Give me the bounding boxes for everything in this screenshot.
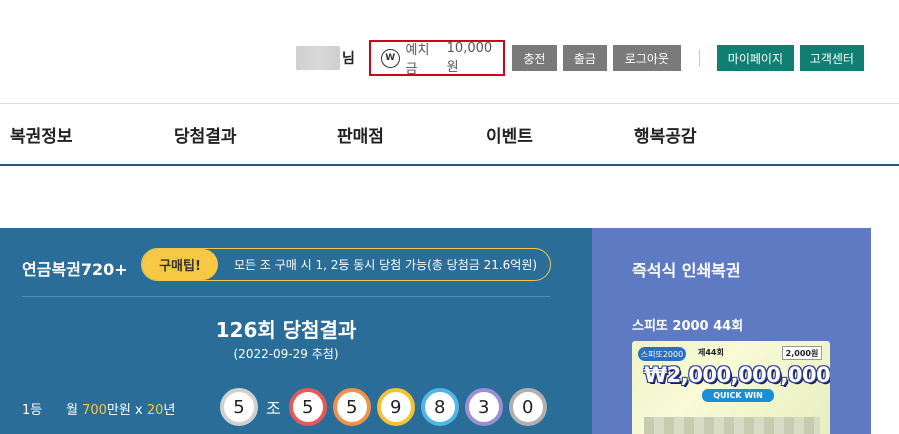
prize-prefix: 월: [66, 403, 83, 418]
prize-unit: 만원 x: [106, 403, 147, 418]
number-ball: 9: [376, 388, 415, 426]
number-ball: 0: [508, 388, 547, 426]
nav-item-stores[interactable]: 판매점: [337, 122, 384, 147]
ticket-amount: ₩2,000,000,000: [644, 363, 830, 387]
instant-lottery-panel: 즉석식 인쇄복권 스피또 2000 44회 스피또2000 제44회 2,000…: [592, 228, 871, 434]
pension-lottery-panel: 연금복권720+ 구매팁! 모든 조 구매 시 1, 2등 동시 당첨 가능(총…: [0, 228, 592, 434]
deposit-balance: W 예치금 10,000원: [368, 40, 505, 77]
prize-suffix: 년: [163, 403, 176, 418]
withdraw-button[interactable]: 출금: [562, 45, 607, 71]
customer-center-button[interactable]: 고객센터: [799, 45, 864, 71]
deposit-value: 10,000원: [446, 41, 493, 75]
number-ball: 8: [420, 388, 459, 426]
number-ball: 5: [332, 388, 371, 426]
nav-item-lottery-info[interactable]: 복권정보: [10, 122, 73, 147]
number-ball: 3: [464, 388, 503, 426]
ticket-image[interactable]: 스피또2000 제44회 2,000원 ₩2,000,000,000 QUICK…: [632, 341, 830, 434]
instant-product[interactable]: 스피또 2000 44회: [632, 315, 743, 334]
nav-item-happiness[interactable]: 행복공감: [634, 122, 697, 147]
ticket-edition: 제44회: [698, 348, 724, 357]
draw-title: 126회 당첨결과: [215, 318, 357, 342]
instant-title[interactable]: 즉석식 인쇄복권: [632, 257, 741, 281]
rank-label: 1등: [22, 403, 43, 418]
group-suffix: 조: [266, 399, 281, 418]
tip-text: 모든 조 구매 시 1, 2등 동시 당첨 가능(총 당첨금 21.6억원): [234, 258, 538, 272]
username-masked: [296, 46, 340, 70]
product-title[interactable]: 연금복권720+: [22, 256, 128, 280]
tip-badge: 구매팁!: [142, 249, 218, 280]
nav-item-events[interactable]: 이벤트: [486, 122, 533, 147]
nav-item-results[interactable]: 당첨결과: [174, 122, 237, 147]
ticket-logo: 스피또2000: [638, 347, 686, 361]
prize-amount: 700: [82, 403, 107, 418]
draw-date: (2022-09-29 추첨): [233, 347, 339, 361]
prize-years: 20: [146, 403, 164, 418]
prize-info: 월 700만원 x 20년: [66, 399, 175, 418]
user-bar: 님 W 예치금 10,000원 충전 출금 로그아웃 마이페이지 고객센터: [296, 39, 870, 77]
deposit-label: 예치금: [405, 43, 430, 77]
user-suffix: 님: [342, 51, 355, 67]
purchase-tip: 구매팁! 모든 조 구매 시 1, 2등 동시 당첨 가능(총 당첨금 21.6…: [141, 248, 551, 281]
ticket-price: 2,000원: [782, 346, 822, 360]
number-ball: 5: [288, 388, 327, 426]
won-icon: W: [380, 48, 400, 68]
group-ball: 5: [220, 388, 258, 426]
winning-numbers: 5 조 5 5 9 8 3 0: [220, 388, 553, 426]
ticket-scratch-area: [644, 417, 820, 434]
ticket-badge: QUICK WIN: [702, 389, 774, 402]
charge-button[interactable]: 충전: [511, 45, 557, 71]
logout-button[interactable]: 로그아웃: [612, 45, 681, 71]
panel-divider: [22, 296, 550, 297]
divider: [698, 49, 700, 67]
mypage-button[interactable]: 마이페이지: [716, 45, 794, 71]
main-nav: 복권정보 당첨결과 판매점 이벤트 행복공감: [0, 103, 899, 166]
page: 님 W 예치금 10,000원 충전 출금 로그아웃 마이페이지 고객센터 복권…: [0, 0, 899, 434]
